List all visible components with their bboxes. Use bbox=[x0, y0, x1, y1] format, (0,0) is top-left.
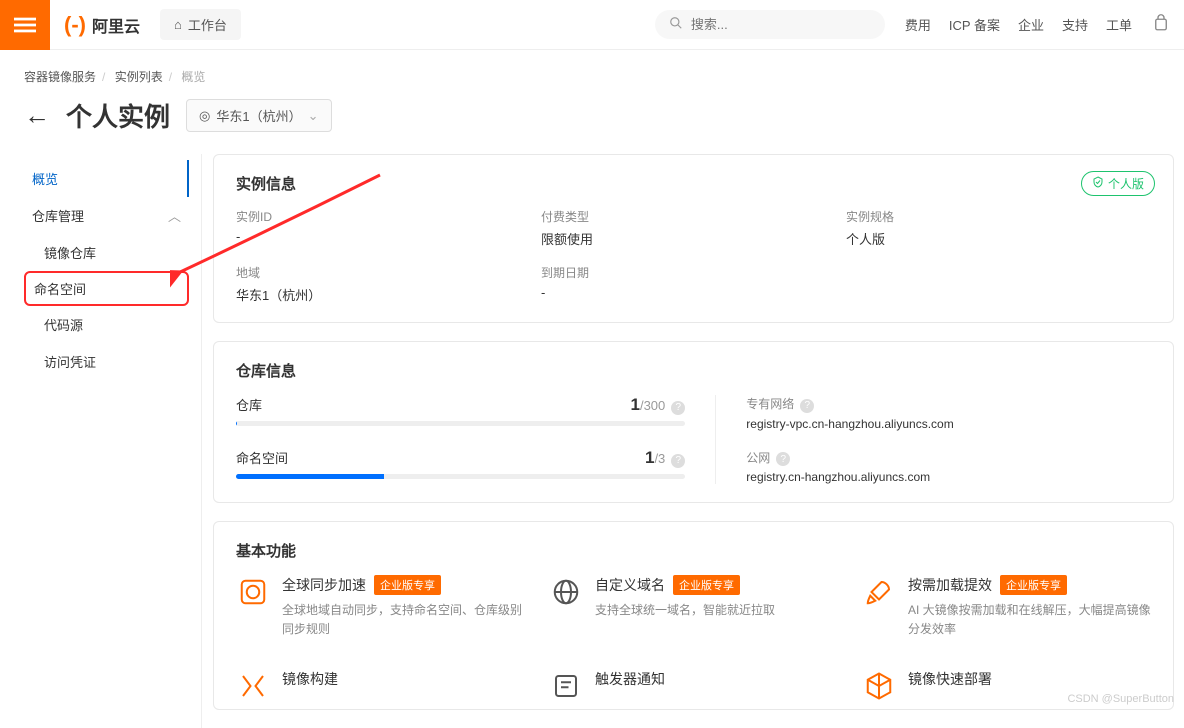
workbench-link[interactable]: ⌂ 工作台 bbox=[160, 9, 241, 40]
instance-info-card: 个人版 实例信息 实例ID- 付费类型限额使用 实例规格个人版 地域华东1（杭州… bbox=[213, 154, 1174, 323]
repo-info-card: 仓库信息 仓库 1/300? 命名空间 1/3? bbox=[213, 341, 1174, 503]
breadcrumb: 容器镜像服务/ 实例列表/ 概览 bbox=[0, 50, 1184, 93]
location-icon: ◎ bbox=[199, 108, 210, 124]
sidebar-item-code-source[interactable]: 代码源 bbox=[24, 306, 189, 343]
main-content: 个人版 实例信息 实例ID- 付费类型限额使用 实例规格个人版 地域华东1（杭州… bbox=[213, 154, 1174, 728]
nav-support[interactable]: 支持 bbox=[1062, 15, 1088, 34]
page-title: 个人实例 bbox=[66, 97, 170, 134]
deploy-icon bbox=[862, 669, 896, 703]
notify-icon bbox=[549, 669, 583, 703]
search-input[interactable] bbox=[691, 17, 871, 32]
sidebar-group-repo[interactable]: 仓库管理 ︿ bbox=[24, 197, 189, 234]
sidebar-overview[interactable]: 概览 bbox=[24, 160, 189, 197]
field-value: 限额使用 bbox=[541, 229, 846, 248]
title-row: ← 个人实例 ◎ 华东1（杭州） ⌄ bbox=[0, 93, 1184, 154]
logo[interactable]: (-) 阿里云 bbox=[64, 12, 140, 38]
sidebar: 概览 仓库管理 ︿ 镜像仓库 命名空间 代码源 访问凭证 bbox=[24, 154, 189, 728]
crumb-0[interactable]: 容器镜像服务 bbox=[24, 70, 96, 84]
nav-icp[interactable]: ICP 备案 bbox=[949, 15, 1000, 34]
net-value: registry-vpc.cn-hangzhou.aliyuncs.com bbox=[746, 417, 1151, 431]
nav-ticket[interactable]: 工单 bbox=[1106, 15, 1132, 34]
card-title: 仓库信息 bbox=[236, 360, 1151, 381]
net-label: 公网? bbox=[746, 449, 1151, 467]
enterprise-tag: 企业版专享 bbox=[374, 575, 441, 595]
watermark: CSDN @SuperButton bbox=[1067, 693, 1174, 705]
globe-sync-icon bbox=[236, 575, 270, 609]
field-label: 实例规格 bbox=[846, 208, 1151, 225]
enterprise-tag: 企业版专享 bbox=[673, 575, 740, 595]
top-nav-links: 费用 ICP 备案 企业 支持 工单 bbox=[905, 15, 1132, 34]
chevron-down-icon: ⌄ bbox=[308, 108, 319, 124]
field-value: 个人版 bbox=[846, 229, 1151, 248]
top-bar: (-) 阿里云 ⌂ 工作台 费用 ICP 备案 企业 支持 工单 bbox=[0, 0, 1184, 50]
quota-repo: 仓库 1/300? bbox=[236, 395, 685, 426]
help-icon[interactable]: ? bbox=[800, 399, 814, 413]
nav-fee[interactable]: 费用 bbox=[905, 15, 931, 34]
search-icon bbox=[669, 16, 683, 33]
region-selector[interactable]: ◎ 华东1（杭州） ⌄ bbox=[186, 99, 331, 132]
nav-enterprise[interactable]: 企业 bbox=[1018, 15, 1044, 34]
field-value: 华东1（杭州） bbox=[236, 285, 541, 304]
menu-toggle[interactable] bbox=[0, 0, 50, 50]
cart-icon[interactable] bbox=[1152, 14, 1170, 35]
crumb-2: 概览 bbox=[181, 70, 205, 84]
sidebar-item-credentials[interactable]: 访问凭证 bbox=[24, 343, 189, 380]
aliyun-logo-icon: (-) bbox=[64, 12, 86, 38]
sidebar-item-namespace[interactable]: 命名空间 bbox=[24, 271, 189, 306]
search-box[interactable] bbox=[655, 10, 885, 39]
field-label: 付费类型 bbox=[541, 208, 846, 225]
feature-custom-domain[interactable]: 自定义域名企业版专享 支持全球统一域名，智能就近拉取 bbox=[549, 575, 838, 639]
field-label: 到期日期 bbox=[541, 264, 846, 281]
sidebar-item-image-repo[interactable]: 镜像仓库 bbox=[24, 234, 189, 271]
field-label: 实例ID bbox=[236, 208, 541, 225]
back-arrow-icon[interactable]: ← bbox=[24, 100, 50, 131]
help-icon[interactable]: ? bbox=[671, 401, 685, 415]
shield-check-icon bbox=[1092, 176, 1104, 191]
net-label: 专有网络? bbox=[746, 395, 1151, 413]
feature-on-demand-load[interactable]: 按需加载提效企业版专享 AI 大镜像按需加载和在线解压，大幅提高镜像分发效率 bbox=[862, 575, 1151, 639]
card-title: 基本功能 bbox=[236, 540, 1151, 561]
edition-badge: 个人版 bbox=[1081, 171, 1155, 196]
feature-image-build[interactable]: 镜像构建 bbox=[236, 669, 525, 703]
chevron-up-icon: ︿ bbox=[168, 206, 181, 225]
logo-text: 阿里云 bbox=[92, 13, 140, 37]
rocket-icon bbox=[862, 575, 896, 609]
home-icon: ⌂ bbox=[174, 17, 182, 32]
quota-namespace: 命名空间 1/3? bbox=[236, 448, 685, 479]
help-icon[interactable]: ? bbox=[671, 454, 685, 468]
field-label: 地域 bbox=[236, 264, 541, 281]
build-icon bbox=[236, 669, 270, 703]
net-value: registry.cn-hangzhou.aliyuncs.com bbox=[746, 470, 1151, 484]
crumb-1[interactable]: 实例列表 bbox=[115, 70, 163, 84]
field-value: - bbox=[541, 285, 846, 300]
help-icon[interactable]: ? bbox=[776, 452, 790, 466]
enterprise-tag: 企业版专享 bbox=[1000, 575, 1067, 595]
features-card: 基本功能 全球同步加速企业版专享 全球地域自动同步，支持命名空间、仓库级别同步规… bbox=[213, 521, 1174, 710]
feature-global-sync[interactable]: 全球同步加速企业版专享 全球地域自动同步，支持命名空间、仓库级别同步规则 bbox=[236, 575, 525, 639]
feature-trigger-notify[interactable]: 触发器通知 bbox=[549, 669, 838, 703]
field-value: - bbox=[236, 229, 541, 244]
globe-icon bbox=[549, 575, 583, 609]
card-title: 实例信息 bbox=[236, 173, 1151, 194]
